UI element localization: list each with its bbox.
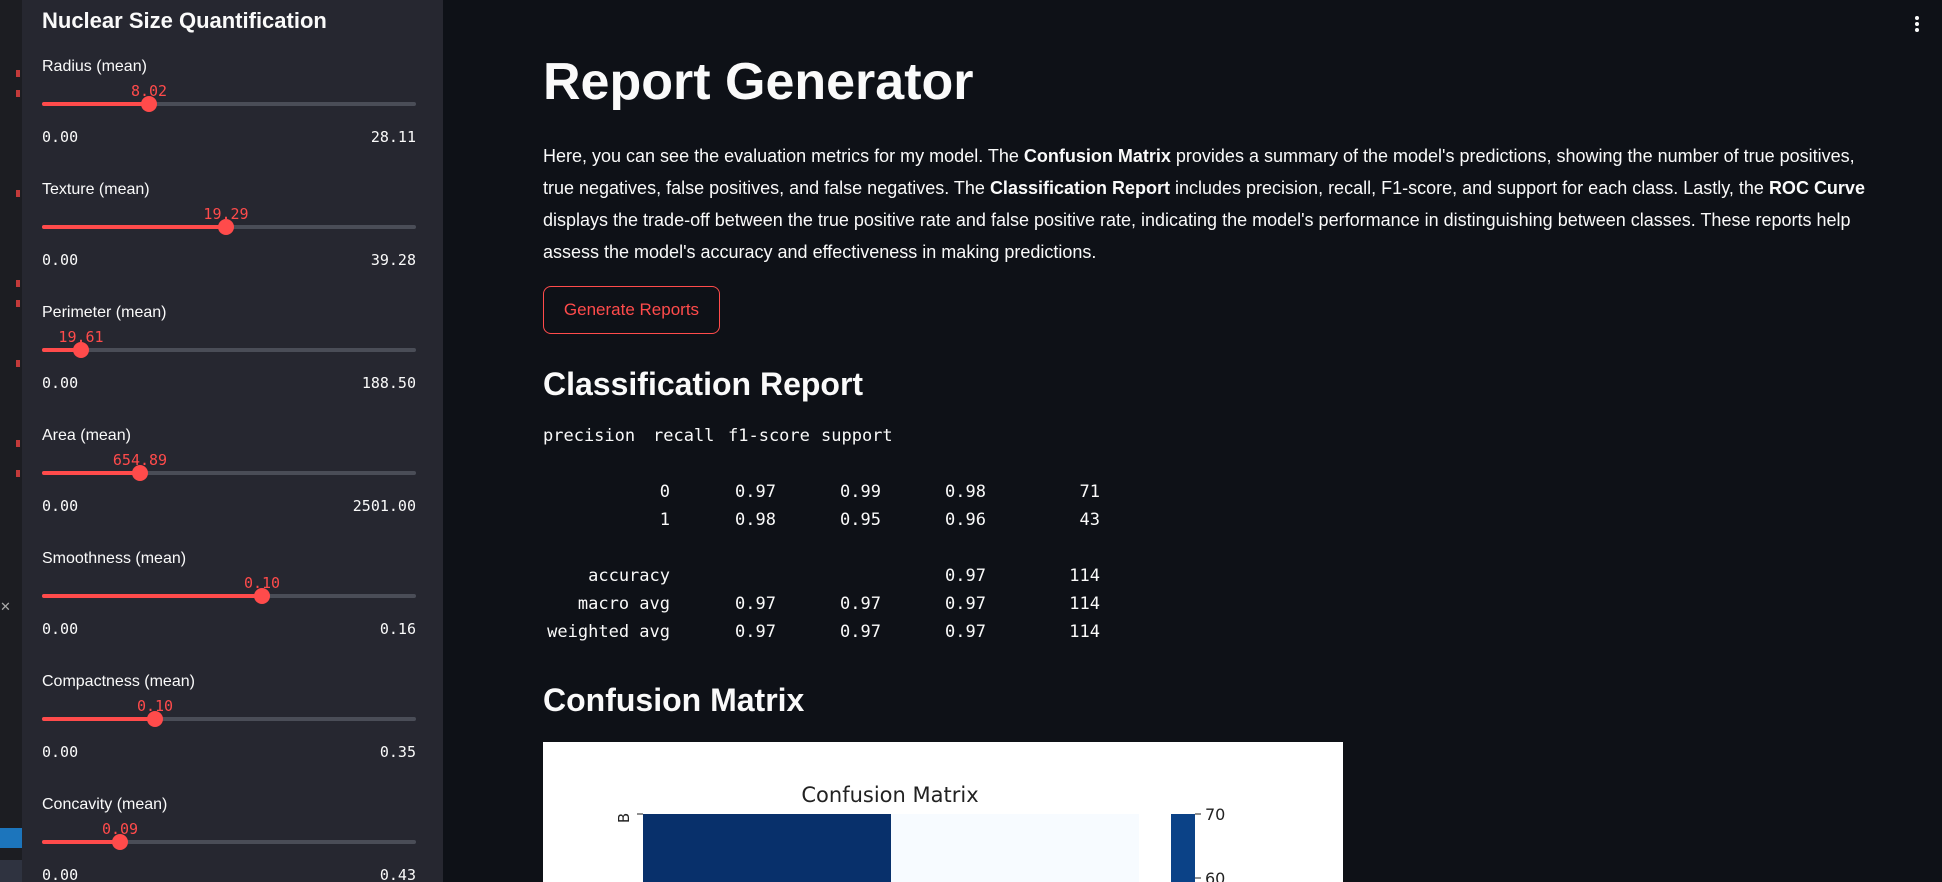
slider-thumb[interactable] — [73, 342, 89, 358]
slider[interactable]: Area (mean) 654.89 0.00 2501.00 — [42, 427, 416, 537]
slider-min: 0.00 — [42, 743, 79, 761]
slider-min: 0.00 — [42, 374, 79, 392]
report-cell: 71 — [1079, 482, 1100, 502]
slider-fill — [42, 102, 149, 106]
slider-max: 2501.00 — [352, 497, 416, 515]
edge-mark — [16, 90, 20, 97]
slider-min: 0.00 — [42, 128, 79, 146]
row-label: B — [615, 813, 633, 823]
slider-track[interactable] — [42, 588, 416, 604]
slider-thumb[interactable] — [141, 96, 157, 112]
slider-fill — [42, 717, 155, 721]
slider-max: 0.16 — [379, 620, 416, 638]
background-window-strip: ✕ — [0, 0, 22, 882]
slider-fill — [42, 594, 262, 598]
slider[interactable]: Smoothness (mean) 0.10 0.00 0.16 — [42, 550, 416, 660]
classification-report-heading: Classification Report — [543, 366, 864, 402]
slider-thumb[interactable] — [254, 588, 270, 604]
intro-bold-roc-curve: ROC Curve — [1768, 178, 1865, 198]
intro-bold-confusion-matrix: Confusion Matrix — [1023, 146, 1171, 166]
edge-mark — [16, 70, 20, 77]
slider-label: Perimeter (mean) — [42, 304, 167, 321]
report-cell: 114 — [1069, 594, 1100, 614]
intro-bold-classification-report: Classification Report — [989, 178, 1170, 198]
slider-fill — [42, 471, 140, 475]
slider-max: 39.28 — [370, 251, 416, 269]
report-header: support — [821, 426, 893, 446]
confusion-matrix-heading: Confusion Matrix — [543, 682, 805, 718]
slider-label: Area (mean) — [42, 427, 131, 444]
slider[interactable]: Texture (mean) 19.29 0.00 39.28 — [42, 181, 416, 291]
edge-mark — [16, 360, 20, 367]
colorbar-tick-label: 70 — [1205, 805, 1225, 824]
more-options-icon[interactable] — [1914, 16, 1920, 34]
slider-track[interactable] — [42, 96, 416, 112]
edge-mark — [16, 300, 20, 307]
slider-max: 28.11 — [370, 128, 416, 146]
slider-label: Smoothness (mean) — [42, 550, 187, 567]
colorbar-tick-label: 60 — [1205, 869, 1225, 882]
slider-track[interactable] — [42, 342, 416, 358]
edge-mark — [16, 280, 20, 287]
slider[interactable]: Perimeter (mean) 19.61 0.00 188.50 — [42, 304, 416, 414]
confusion-matrix-chart: Confusion Matrix B 70 60 — [615, 783, 1225, 882]
slider-min: 0.00 — [42, 251, 79, 269]
chart-title: Confusion Matrix — [801, 783, 978, 807]
edge-mark — [16, 190, 20, 197]
slider-thumb[interactable] — [147, 711, 163, 727]
heatmap-cell — [643, 814, 891, 882]
slider-label: Compactness (mean) — [42, 673, 195, 690]
slider-min: 0.00 — [42, 620, 79, 638]
slider-fill — [42, 225, 226, 229]
slider[interactable]: Concavity (mean) 0.09 0.00 0.43 — [42, 796, 416, 882]
report-header: recall — [653, 426, 715, 446]
slider-label: Radius (mean) — [42, 58, 147, 75]
main-content: Report Generator Here, you can see the e… — [443, 0, 1942, 882]
generate-reports-button[interactable]: Generate Reports — [543, 286, 720, 334]
slider-label: Texture (mean) — [42, 181, 150, 198]
slider[interactable]: Radius (mean) 8.02 0.00 28.11 — [42, 58, 416, 168]
report-header: f1-score — [728, 426, 810, 446]
page-title: Report Generator — [543, 53, 974, 111]
report-cell: 43 — [1079, 510, 1100, 530]
sidebar-title: Nuclear Size Quantification — [42, 8, 327, 33]
slider-label: Concavity (mean) — [42, 796, 168, 813]
slider-track[interactable] — [42, 834, 416, 850]
slider-min: 0.00 — [42, 497, 79, 515]
slider-fill — [42, 840, 120, 844]
report-header: precision — [543, 426, 636, 446]
slider-max: 188.50 — [361, 374, 416, 392]
slider-thumb[interactable] — [218, 219, 234, 235]
close-icon[interactable]: ✕ — [0, 600, 11, 615]
slider-min: 0.00 — [42, 866, 79, 882]
heatmap-cell — [891, 814, 1139, 882]
edge-mark — [16, 470, 20, 477]
slider-track[interactable] — [42, 219, 416, 235]
slider-max: 0.35 — [379, 743, 416, 761]
report-cell: 114 — [1069, 566, 1100, 586]
slider-max: 0.43 — [379, 866, 416, 882]
intro-text: Here, you can see the evaluation metrics… — [543, 146, 1024, 166]
edge-mark — [16, 440, 20, 447]
sidebar: Nuclear Size Quantification Radius (mean… — [22, 0, 443, 882]
slider-track[interactable] — [42, 711, 416, 727]
taskbar-strip — [0, 860, 22, 882]
slider-thumb[interactable] — [132, 465, 148, 481]
slider-thumb[interactable] — [112, 834, 128, 850]
intro-paragraph: Here, you can see the evaluation metrics… — [543, 140, 1883, 268]
slider-track[interactable] — [42, 465, 416, 481]
report-cell: 114 — [1069, 622, 1100, 642]
slider[interactable]: Compactness (mean) 0.10 0.00 0.35 — [42, 673, 416, 783]
taskbar-app-icon[interactable] — [0, 828, 22, 848]
intro-text: includes precision, recall, F1-score, an… — [1169, 178, 1769, 198]
intro-text: displays the trade-off between the true … — [543, 210, 1851, 262]
confusion-matrix-figure: Confusion Matrix B 70 60 — [543, 742, 1343, 882]
colorbar — [1171, 814, 1195, 882]
